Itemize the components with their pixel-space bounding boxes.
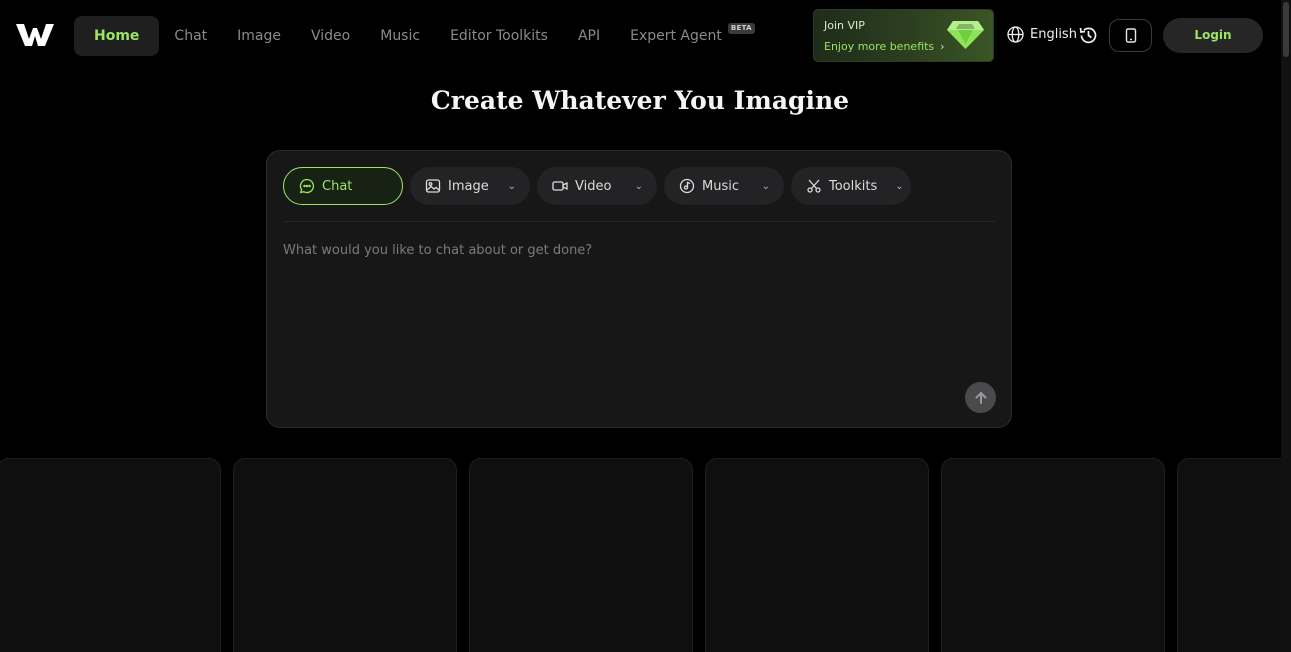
top-header: Home Chat Image Video Music Editor Toolk… — [0, 0, 1280, 72]
vip-subtitle-text: Enjoy more benefits — [824, 40, 935, 53]
composer-divider — [283, 221, 995, 222]
page-title: Create Whatever You Imagine — [430, 86, 850, 115]
nav-music[interactable]: Music — [365, 16, 435, 56]
language-selector[interactable]: English — [1007, 26, 1077, 43]
language-label: English — [1030, 27, 1077, 42]
tab-music-label: Music — [702, 178, 739, 194]
tab-image[interactable]: Image ⌄ — [410, 167, 530, 205]
tab-video-label: Video — [575, 178, 612, 194]
nav-image[interactable]: Image — [222, 16, 296, 56]
chevron-right-icon: › — [940, 40, 945, 53]
nav-api-label: API — [577, 28, 601, 44]
nav-chat[interactable]: Chat — [159, 16, 222, 56]
mobile-app-button[interactable] — [1109, 19, 1152, 52]
scrollbar-thumb[interactable] — [1283, 2, 1289, 57]
gallery-card[interactable] — [233, 458, 457, 652]
prompt-input[interactable] — [283, 243, 963, 363]
tab-toolkits-label: Toolkits — [829, 178, 878, 194]
chevron-down-icon[interactable]: ⌄ — [635, 181, 643, 192]
showcase-gallery — [0, 458, 1281, 652]
mobile-icon — [1125, 28, 1136, 43]
vip-title: Join VIP — [824, 19, 865, 32]
tab-toolkits[interactable]: Toolkits ⌄ — [791, 167, 911, 205]
nav-editor-toolkits[interactable]: Editor Toolkits — [435, 16, 563, 56]
nav-expert-agent-label: Expert Agent — [630, 28, 722, 44]
beta-badge: BETA — [727, 23, 755, 34]
login-button[interactable]: Login — [1163, 18, 1263, 53]
main-nav: Home Chat Image Video Music Editor Toolk… — [74, 16, 755, 56]
nav-home-label: Home — [94, 28, 140, 44]
gallery-card[interactable] — [469, 458, 693, 652]
tab-music[interactable]: Music ⌄ — [664, 167, 784, 205]
nav-editor-toolkits-label: Editor Toolkits — [450, 28, 548, 44]
image-icon — [425, 178, 441, 194]
nav-music-label: Music — [380, 28, 421, 44]
gallery-card[interactable] — [705, 458, 929, 652]
nav-video[interactable]: Video — [296, 16, 365, 56]
diamond-icon — [947, 21, 984, 49]
chevron-down-icon[interactable]: ⌄ — [895, 181, 903, 192]
mode-tabs: Chat Image ⌄ Video ⌄ Music ⌄ Toolkits ⌄ — [283, 167, 911, 205]
video-icon — [552, 178, 568, 194]
page-scrollbar[interactable] — [1281, 0, 1291, 652]
globe-icon — [1007, 26, 1024, 43]
gallery-card[interactable] — [0, 458, 221, 652]
nav-api[interactable]: API — [563, 16, 615, 56]
gallery-card[interactable] — [941, 458, 1165, 652]
nav-image-label: Image — [237, 28, 281, 44]
chevron-down-icon[interactable]: ⌄ — [508, 181, 516, 192]
composer-panel: Chat Image ⌄ Video ⌄ Music ⌄ Toolkits ⌄ … — [266, 150, 1012, 428]
vip-subtitle: Enjoy more benefits › — [824, 40, 945, 53]
nav-video-label: Video — [311, 28, 351, 44]
nav-home[interactable]: Home — [74, 16, 160, 56]
tab-chat-label: Chat — [322, 178, 353, 194]
nav-chat-label: Chat — [174, 28, 208, 44]
w-logo[interactable] — [16, 22, 54, 48]
music-icon — [679, 178, 695, 194]
history-icon[interactable] — [1078, 25, 1099, 46]
tab-video[interactable]: Video ⌄ — [537, 167, 657, 205]
gallery-card[interactable] — [1177, 458, 1281, 652]
scissors-icon — [806, 178, 822, 194]
chat-bubble-icon — [299, 178, 315, 194]
arrow-up-icon — [975, 391, 986, 404]
nav-expert-agent[interactable]: Expert Agent BETA — [615, 16, 755, 56]
tab-chat[interactable]: Chat — [283, 167, 403, 205]
tab-image-label: Image — [448, 178, 489, 194]
send-button[interactable] — [965, 382, 996, 413]
chevron-down-icon[interactable]: ⌄ — [762, 181, 770, 192]
